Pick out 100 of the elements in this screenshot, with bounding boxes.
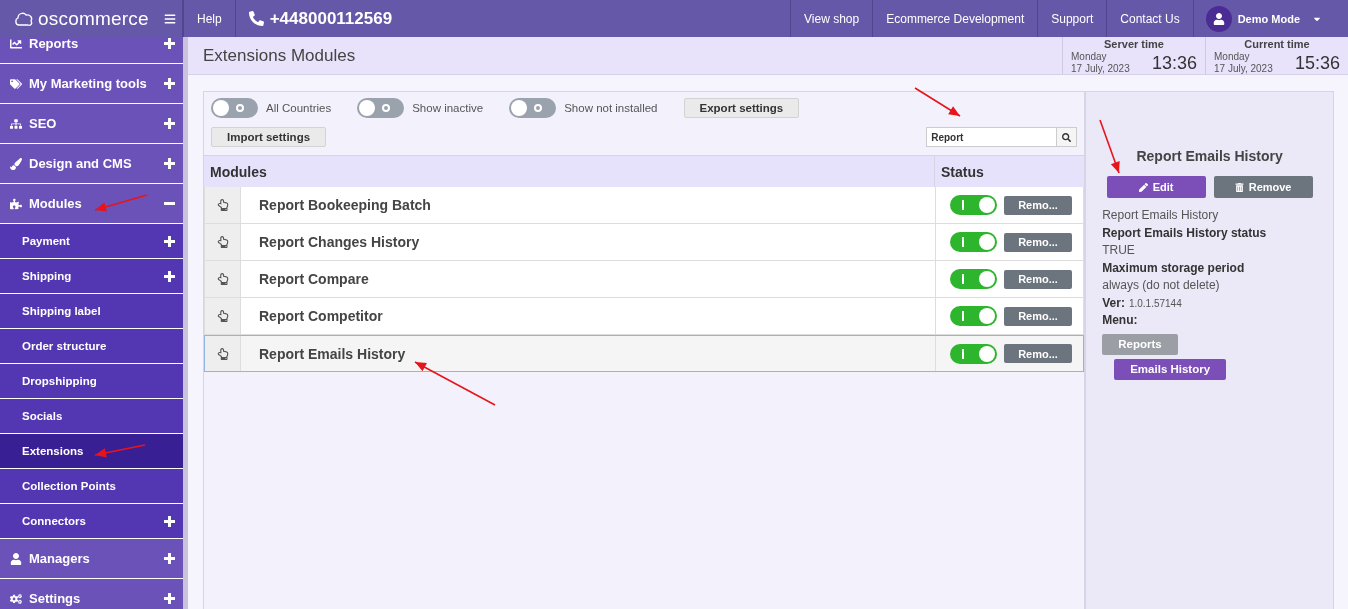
remove-button[interactable]: Remo... — [1004, 232, 1072, 252]
toggle-switch[interactable] — [950, 232, 997, 252]
phone-icon — [248, 11, 264, 26]
annotation-arrow — [914, 87, 961, 117]
toggle-switch[interactable] — [950, 343, 997, 364]
details-title: Report Emails History — [1135, 148, 1284, 164]
annotation-arrow — [1099, 119, 1120, 174]
sidebar-item[interactable]: SEO — [0, 104, 183, 144]
clock-time: 13:36 — [1151, 53, 1197, 74]
toggle-switch[interactable] — [357, 98, 405, 118]
sidebar-subitem[interactable]: Shipping — [0, 259, 183, 294]
remove-button[interactable]: Remove — [1213, 176, 1313, 198]
search-button[interactable] — [1057, 127, 1078, 147]
search-icon — [1062, 132, 1072, 142]
sidebar-subitem[interactable]: Extensions — [0, 434, 183, 469]
clock-day: Monday — [1071, 51, 1152, 62]
toggle-switch[interactable] — [211, 98, 258, 118]
trash-icon — [1234, 182, 1244, 192]
drag-handle-icon[interactable] — [216, 236, 229, 248]
plus-icon[interactable] — [164, 235, 175, 247]
sidebar-icon — [10, 77, 22, 90]
table-row[interactable]: Report Changes History Remo... — [204, 224, 1085, 261]
edit-button[interactable]: Edit — [1106, 176, 1206, 198]
plus-icon[interactable] — [164, 158, 175, 169]
remove-button[interactable]: Remo... — [1004, 306, 1072, 326]
clock-label: Server time — [1103, 38, 1165, 50]
sidebar-item[interactable]: Modules — [0, 184, 183, 224]
avatar-icon — [1205, 5, 1232, 32]
plus-icon[interactable] — [164, 270, 175, 282]
detail-value: always (do not delete) — [1102, 277, 1221, 294]
module-name: Report Changes History — [241, 224, 936, 260]
sidebar-item[interactable]: Design and CMS — [0, 144, 183, 184]
clock-date: 17 July, 2023 — [1214, 63, 1274, 74]
drag-handle-icon[interactable] — [216, 310, 229, 322]
table-row[interactable]: Report Bookeeping Batch Remo... — [204, 187, 1085, 224]
remove-button[interactable]: Remo... — [1004, 195, 1072, 215]
clock-label: Current time — [1243, 38, 1311, 50]
drag-handle-icon[interactable] — [216, 347, 229, 360]
filter-label: All Countries — [266, 102, 332, 114]
clock-date: 17 July, 2023 — [1071, 63, 1131, 74]
export-button[interactable]: Export settings — [683, 98, 800, 118]
menu-icon[interactable] — [164, 12, 176, 25]
plus-icon[interactable] — [164, 515, 175, 527]
user-menu[interactable]: Demo Mode — [1193, 0, 1348, 37]
sidebar-subitem[interactable]: Payment — [0, 224, 183, 259]
detail-label: Menu: — [1102, 312, 1139, 329]
sidebar-icon — [10, 157, 22, 170]
remove-button[interactable]: Remo... — [1004, 269, 1072, 289]
toggle-switch[interactable] — [950, 269, 997, 289]
sidebar-icon — [10, 117, 22, 130]
plus-icon[interactable] — [164, 118, 175, 129]
detail-value: TRUE — [1102, 242, 1136, 259]
column-header: Status — [940, 162, 985, 182]
detail-label: Maximum storage period — [1102, 259, 1246, 277]
table-row[interactable]: Report Competitor Remo... — [204, 298, 1085, 335]
remove-button[interactable]: Remo... — [1004, 344, 1072, 363]
clock-time: 15:36 — [1294, 53, 1340, 74]
page-title: Extensions Modules — [202, 44, 357, 67]
sidebar-icon — [10, 37, 22, 50]
pencil-icon — [1138, 182, 1148, 192]
sidebar-item[interactable]: Managers — [0, 539, 183, 579]
phone-link[interactable]: +448000112569 — [235, 0, 406, 37]
logo-text: oscommerce — [38, 7, 149, 30]
search-field[interactable]: Report — [926, 127, 1058, 147]
sidebar-item[interactable]: Reports — [0, 37, 183, 64]
sidebar-subitem[interactable]: Shipping label — [0, 294, 183, 329]
sidebar-item[interactable]: Settings — [0, 579, 183, 609]
detail-value: Report Emails History — [1102, 207, 1220, 224]
plus-icon[interactable] — [164, 78, 175, 89]
sidebar-subitem[interactable]: Socials — [0, 399, 183, 434]
toggle-switch[interactable] — [950, 195, 997, 215]
filter-label: Show inactive — [412, 102, 484, 114]
drag-handle-icon[interactable] — [216, 199, 229, 211]
import-button[interactable]: Import settings — [211, 127, 327, 147]
clock-day: Monday — [1214, 51, 1295, 62]
table-row[interactable]: Report Emails History Remo... — [204, 335, 1085, 372]
menu-path-button[interactable]: Emails History — [1114, 358, 1227, 380]
sidebar-subitem[interactable]: Dropshipping — [0, 364, 183, 399]
table-row[interactable]: Report Compare Remo... — [204, 261, 1085, 298]
sidebar-subitem[interactable]: Order structure — [0, 329, 183, 364]
plus-icon[interactable] — [164, 38, 175, 49]
filter-label: Show not installed — [564, 102, 658, 114]
detail-label: Ver: — [1102, 294, 1125, 312]
toggle-switch[interactable] — [950, 306, 997, 326]
annotation-arrow — [94, 444, 146, 458]
module-name: Report Compare — [241, 261, 936, 297]
module-name: Report Competitor — [241, 298, 936, 334]
toggle-switch[interactable] — [509, 98, 557, 118]
plus-icon[interactable] — [164, 593, 175, 604]
drag-handle-icon[interactable] — [216, 273, 229, 285]
sidebar-icon — [10, 197, 22, 210]
sidebar-subitem[interactable]: Connectors — [0, 504, 183, 539]
version-text: 1.0.1.57144 — [1128, 296, 1182, 311]
detail-label: Report Emails History status — [1102, 224, 1268, 242]
sidebar-item[interactable]: My Marketing tools — [0, 64, 183, 104]
plus-icon[interactable] — [164, 553, 175, 564]
annotation-arrow — [94, 194, 148, 212]
sidebar-icon — [10, 552, 22, 565]
sidebar-icon — [10, 592, 22, 605]
sidebar-subitem[interactable]: Collection Points — [0, 469, 183, 504]
